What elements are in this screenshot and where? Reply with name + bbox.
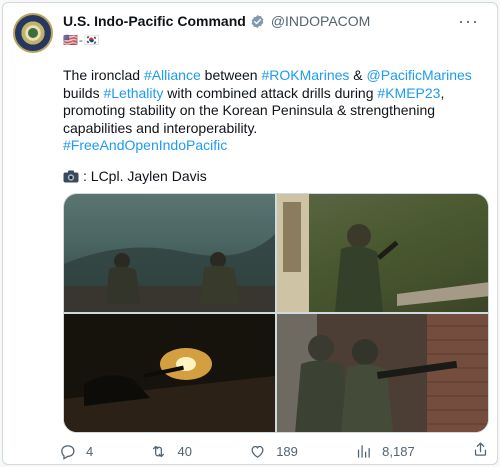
author-handle[interactable]: @INDOPACOM — [271, 13, 371, 29]
author-avatar[interactable] — [13, 13, 53, 53]
repost-count: 40 — [177, 443, 192, 459]
more-options-icon[interactable]: ··· — [458, 11, 479, 32]
repost-button[interactable]: 40 — [150, 443, 192, 460]
tweet-text-segment: & — [349, 67, 367, 83]
like-count: 189 — [276, 443, 298, 459]
media-grid — [63, 193, 489, 433]
action-bar: 4 40 189 8,187 — [59, 441, 489, 461]
share-icon — [474, 442, 487, 456]
tweet-card[interactable]: U.S. Indo-Pacific Command @INDOPACOM 🇺🇸-… — [2, 2, 498, 465]
tweet-text-segment: between — [200, 67, 262, 83]
camera-icon — [63, 170, 79, 182]
hashtag-alliance[interactable]: #Alliance — [144, 67, 201, 83]
share-button[interactable] — [472, 441, 489, 461]
mention-pacificmarines[interactable]: @PacificMarines — [367, 67, 472, 83]
photo-3-scene — [64, 314, 275, 432]
media-photo-1[interactable] — [64, 194, 275, 312]
tweet-header: U.S. Indo-Pacific Command @INDOPACOM 🇺🇸-… — [63, 11, 483, 51]
heart-icon — [251, 445, 264, 458]
views-count: 8,187 — [382, 443, 415, 459]
author-flags: 🇺🇸-🇰🇷 — [63, 33, 100, 47]
views-chart-icon — [358, 444, 370, 458]
media-photo-2[interactable] — [277, 194, 488, 312]
hashtag-kmep23[interactable]: #KMEP23 — [377, 85, 440, 101]
like-button[interactable]: 189 — [249, 443, 298, 460]
author-name-row: U.S. Indo-Pacific Command @INDOPACOM — [63, 13, 483, 29]
reply-count: 4 — [86, 443, 94, 459]
hashtag-lethality[interactable]: #Lethality — [103, 85, 163, 101]
photo-credit-text: : LCpl. Jaylen Davis — [83, 168, 207, 184]
verified-badge-icon — [251, 14, 264, 28]
reply-icon — [61, 444, 75, 460]
media-photo-4[interactable] — [277, 314, 488, 432]
tweet-text-segment: The ironclad — [63, 67, 144, 83]
hashtag-rokmarines[interactable]: #ROKMarines — [261, 67, 349, 83]
tweet-text-segment: builds — [63, 84, 104, 101]
photo-4-scene — [277, 314, 488, 432]
tweet-text-segment: with combined attack drills during — [163, 84, 378, 101]
views-button[interactable]: 8,187 — [355, 443, 415, 460]
photo-2-scene — [277, 194, 488, 312]
photo-credit: : LCpl. Jaylen Davis — [63, 168, 207, 184]
photo-1-scene — [64, 234, 275, 312]
media-photo-3[interactable] — [64, 314, 275, 432]
reply-button[interactable]: 4 — [59, 443, 93, 460]
repost-icon — [153, 445, 165, 457]
hashtag-freeandopenindopacific[interactable]: #FreeAndOpenIndoPacific — [63, 137, 227, 153]
tweet-text: The ironclad #Alliance between #ROKMarin… — [63, 67, 483, 155]
author-name[interactable]: U.S. Indo-Pacific Command — [63, 13, 246, 29]
